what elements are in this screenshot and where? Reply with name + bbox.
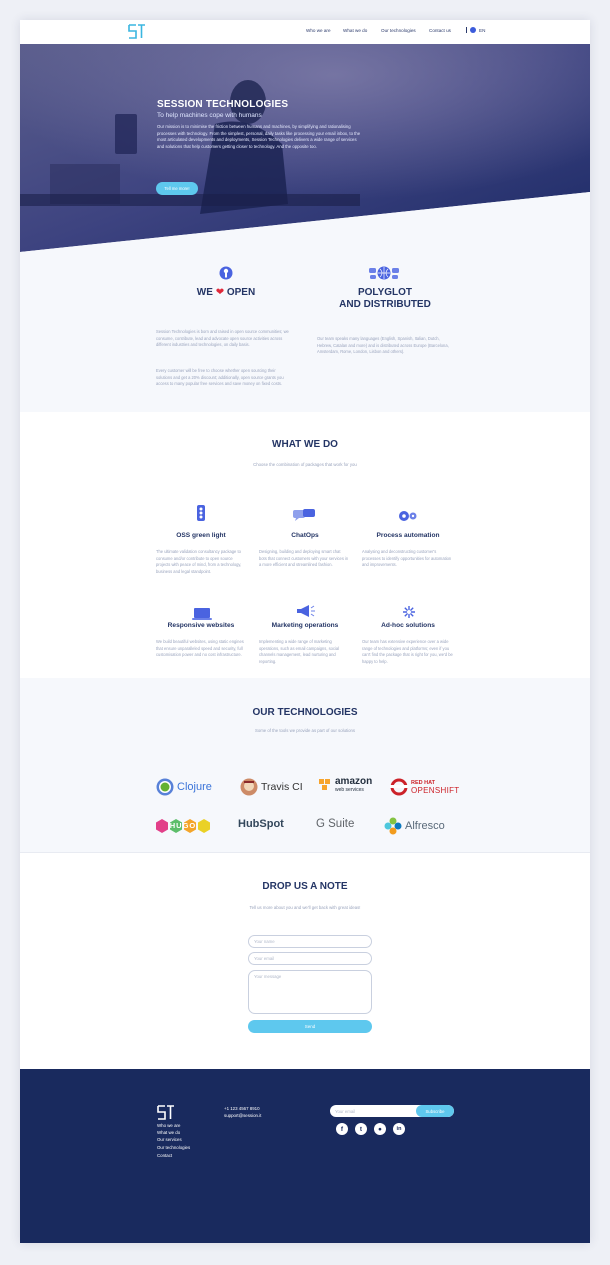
service-text-chatops: Designing, building and deploying smart … bbox=[259, 549, 349, 568]
hero-description: Our mission is to minimise the friction … bbox=[157, 124, 361, 149]
technologies-title: OUR TECHNOLOGIES bbox=[252, 707, 358, 718]
alfresco-logo-icon bbox=[384, 817, 402, 835]
footer-link-what-we-do[interactable]: What we do bbox=[157, 1130, 180, 1135]
nav-our-technologies[interactable]: Our technologies bbox=[381, 28, 416, 33]
megaphone-icon bbox=[297, 605, 315, 617]
hero-subtitle: To help machines cope with humans bbox=[157, 112, 262, 119]
tech-openshift: RED HAT OPENSHIFT bbox=[390, 778, 459, 796]
nav-contact-us[interactable]: Contact us bbox=[429, 28, 451, 33]
tech-name: HubSpot bbox=[238, 818, 284, 830]
footer-link-contact[interactable]: Contact bbox=[157, 1153, 172, 1158]
footer-email[interactable]: support@session.it bbox=[224, 1113, 261, 1118]
chat-bubbles-icon bbox=[293, 509, 315, 521]
contact-title: DROP US A NOTE bbox=[262, 881, 348, 892]
title-suffix: OPEN bbox=[226, 287, 256, 298]
service-title-oss: OSS green light bbox=[176, 532, 226, 539]
subscribe-button[interactable]: Subscribe bbox=[416, 1105, 454, 1117]
twitter-icon[interactable]: t bbox=[355, 1123, 367, 1135]
tech-hugo: HUGO bbox=[156, 819, 210, 833]
linkedin-icon[interactable]: in bbox=[393, 1123, 405, 1135]
github-icon[interactable]: ● bbox=[374, 1123, 386, 1135]
open-source-icon bbox=[219, 266, 233, 280]
travis-logo-icon bbox=[240, 778, 258, 796]
what-we-do-section: WHAT WE DO Choose the combination of pac… bbox=[20, 412, 590, 678]
service-title-websites: Responsive websites bbox=[167, 622, 235, 629]
sparkle-icon bbox=[403, 606, 415, 618]
email-field[interactable]: Your email bbox=[248, 952, 372, 965]
we-love-open-title: WE ❤ OPEN bbox=[156, 287, 296, 298]
footer-link-our-technologies[interactable]: Our technologies bbox=[157, 1145, 190, 1150]
top-nav: Who we are What we do Our technologies C… bbox=[20, 20, 590, 44]
tech-clojure: Clojure bbox=[156, 778, 212, 796]
polyglot-title-line1: POLYGLOT bbox=[357, 287, 413, 298]
globe-network-icon bbox=[369, 266, 399, 280]
language-label: EN bbox=[479, 27, 486, 33]
service-text-adhoc: Our team has extensive experience over a… bbox=[362, 639, 453, 664]
language-selector[interactable]: EN bbox=[466, 27, 485, 33]
clojure-logo-icon bbox=[156, 778, 174, 796]
tech-travis: Travis CI bbox=[240, 778, 303, 796]
facebook-icon[interactable]: f bbox=[336, 1123, 348, 1135]
tech-name: Travis CI bbox=[261, 781, 303, 793]
traffic-light-icon bbox=[197, 505, 205, 521]
tech-hubspot: HubSpot bbox=[238, 818, 284, 830]
openshift-logo-icon bbox=[390, 778, 408, 796]
technologies-section: OUR TECHNOLOGIES Some of the tools we pr… bbox=[20, 678, 590, 852]
name-field[interactable]: Your name bbox=[248, 935, 372, 948]
aws-logo-icon bbox=[319, 779, 330, 790]
gears-icon bbox=[399, 511, 417, 521]
globe-icon bbox=[470, 27, 476, 33]
tech-alfresco: Alfresco bbox=[384, 817, 445, 835]
what-we-do-subtitle: Choose the combination of packages that … bbox=[253, 462, 357, 467]
session-logo-icon[interactable] bbox=[128, 24, 146, 39]
service-text-oss: The ultimate validation consultancy pack… bbox=[156, 549, 242, 574]
nav-who-we-are[interactable]: Who we are bbox=[306, 28, 331, 33]
what-we-do-title: WHAT WE DO bbox=[272, 439, 338, 450]
footer-phone[interactable]: +1 123 4567 8910 bbox=[224, 1106, 260, 1111]
tech-sub: web services bbox=[335, 787, 364, 793]
tech-name: Alfresco bbox=[405, 820, 445, 832]
divider bbox=[466, 27, 467, 33]
service-title-process: Process automation bbox=[376, 532, 440, 539]
nav-what-we-do[interactable]: What we do bbox=[343, 28, 367, 33]
hero-section: SESSION TECHNOLOGIES To help machines co… bbox=[20, 44, 590, 256]
tech-name: Clojure bbox=[177, 781, 212, 793]
tech-name: G Suite bbox=[316, 818, 355, 830]
subscribe-form: Your email Subscribe bbox=[330, 1105, 454, 1117]
laptop-icon bbox=[192, 608, 212, 620]
heart-icon: ❤ bbox=[215, 287, 225, 298]
values-section: WE ❤ OPEN Session Technologies is born a… bbox=[20, 256, 590, 412]
message-field[interactable]: Your message bbox=[248, 970, 372, 1014]
send-button[interactable]: Send bbox=[248, 1020, 372, 1033]
subscribe-email-input[interactable]: Your email bbox=[330, 1105, 416, 1117]
service-text-websites: We build beautiful websites, using stati… bbox=[156, 639, 244, 658]
tech-name: HUGO bbox=[169, 821, 197, 830]
service-title-adhoc: Ad-hoc solutions bbox=[381, 622, 435, 629]
tell-me-more-button[interactable]: Tell me more! bbox=[156, 182, 198, 195]
footer-link-who-we-are[interactable]: Who we are bbox=[157, 1123, 180, 1128]
service-title-chatops: ChatOps bbox=[291, 532, 319, 539]
polyglot-paragraph: Our team speaks many languages (English,… bbox=[317, 336, 449, 355]
hero-title: SESSION TECHNOLOGIES bbox=[157, 99, 289, 110]
technologies-subtitle: Some of the tools we provide as part of … bbox=[254, 728, 356, 733]
footer: Who we are What we do Our services Our t… bbox=[20, 1069, 590, 1243]
contact-subtitle: Tell us more about you and we'll get bac… bbox=[249, 905, 361, 910]
service-title-marketing: Marketing operations bbox=[271, 622, 339, 629]
title-prefix: WE bbox=[196, 287, 213, 298]
open-paragraph-2: Every customer will be free to choose wh… bbox=[156, 368, 284, 387]
footer-logo-icon[interactable] bbox=[157, 1105, 175, 1120]
tech-gsuite: G Suite bbox=[316, 818, 354, 830]
tech-sub: OPENSHIFT bbox=[411, 786, 460, 795]
service-text-marketing: Implementing a wide range of marketing o… bbox=[259, 639, 340, 664]
tech-aws: amazon web services bbox=[318, 777, 372, 795]
footer-link-our-services[interactable]: Our services bbox=[157, 1137, 182, 1142]
service-text-process: Analysing and deconstructing customer's … bbox=[362, 549, 452, 568]
open-paragraph-1: Session Technologies is born and raised … bbox=[156, 329, 289, 348]
tech-name: amazon bbox=[335, 776, 373, 787]
polyglot-title-line2: AND DISTRIBUTED bbox=[339, 299, 431, 310]
